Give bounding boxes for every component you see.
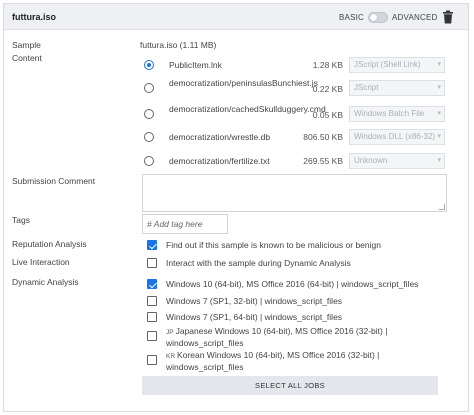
submission-comment-input[interactable] [142,174,447,212]
file-type-value: JScript (Shell Link) [354,60,421,69]
file-type-value: JScript [354,83,379,92]
chevron-down-icon: ▾ [437,61,441,68]
toggle-knob [370,14,377,21]
file-type-select[interactable]: Unknown ▾ [349,153,445,169]
file-radio[interactable] [144,83,154,93]
file-radio[interactable] [144,60,154,70]
job-checkbox[interactable] [147,331,157,341]
job-checkbox[interactable] [147,279,157,289]
content-file-row[interactable]: democratization/cachedSkullduggery.cmd 0… [140,104,445,126]
file-name: PublicItem.lnk [169,60,222,70]
job-label: Windows 7 (SP1, 64-bit) | windows_script… [166,312,436,323]
jp-flag-icon: JP [166,329,174,336]
resize-handle[interactable] [439,204,445,210]
file-name: democratization/peninsulasBunchiest.js [169,78,318,88]
reputation-analysis-label: Reputation Analysis [12,239,87,249]
job-label: KR Korean Windows 10 (64-bit), MS Office … [166,350,436,373]
mode-toggle[interactable] [368,12,388,23]
content-label: Content [12,53,42,63]
file-title: futtura.iso [12,12,56,22]
job-checkbox[interactable] [147,296,157,306]
file-name: democratization/fertilize.txt [169,156,270,166]
job-checkbox[interactable] [147,355,157,365]
content-file-row[interactable]: democratization/peninsulasBunchiest.js 0… [140,78,445,100]
content-file-row[interactable]: PublicItem.lnk 1.28 KB JScript (Shell Li… [140,57,445,80]
panel-header: futtura.iso BASIC ADVANCED [4,4,468,30]
kr-flag-icon: KR [166,353,176,360]
job-label-text: Japanese Windows 10 (64-bit), MS Office … [166,326,388,348]
trash-icon[interactable] [442,10,454,24]
file-size: 269.55 KB [303,156,343,166]
job-label: Windows 7 (SP1, 32-bit) | windows_script… [166,296,436,307]
live-interaction-option-text: Interact with the sample during Dynamic … [166,258,351,268]
job-label-text: Korean Windows 10 (64-bit), MS Office 20… [166,350,380,372]
job-label: JP Japanese Windows 10 (64-bit), MS Offic… [166,326,436,349]
submission-comment-label: Submission Comment [12,176,96,186]
file-type-select[interactable]: Windows DLL (x86-32) ▾ [349,129,445,145]
live-interaction-label: Live Interaction [12,257,70,267]
reputation-option-text: Find out if this sample is known to be m… [166,240,381,250]
reputation-checkbox[interactable] [147,240,157,250]
file-size: 1.28 KB [312,60,343,70]
file-radio[interactable] [144,156,154,166]
job-label-text: Windows 7 (SP1, 32-bit) | windows_script… [166,296,343,306]
sample-label: Sample [12,40,41,50]
tag-input[interactable] [142,214,228,234]
content-file-row[interactable]: democratization/fertilize.txt 269.55 KB … [140,153,445,176]
dynamic-analysis-label: Dynamic Analysis [12,277,79,287]
select-all-jobs-button[interactable]: SELECT ALL JOBS [142,376,438,395]
advanced-mode-label: ADVANCED [392,13,438,22]
basic-mode-label: BASIC [339,13,365,22]
job-label: Windows 10 (64-bit), MS Office 2016 (64-… [166,279,436,290]
content-file-row[interactable]: democratization/wrestle.db 806.50 KB Win… [140,129,445,152]
file-radio[interactable] [144,132,154,142]
file-size: 0.05 KB [312,110,343,120]
job-label-text: Windows 10 (64-bit), MS Office 2016 (64-… [166,279,419,289]
sample-name: futtura.iso (1.11 MB) [140,40,217,50]
file-type-value: Windows DLL (x86-32) [354,132,436,141]
live-interaction-checkbox[interactable] [147,258,157,268]
tags-label: Tags [12,215,30,225]
chevron-down-icon: ▾ [437,133,441,140]
file-type-select[interactable]: Windows Batch File ▾ [349,106,445,122]
file-type-value: Unknown [354,156,388,165]
file-type-value: Windows Batch File [354,109,425,118]
file-type-select[interactable]: JScript ▾ [349,80,445,96]
file-type-select[interactable]: JScript (Shell Link) ▾ [349,57,445,73]
chevron-down-icon: ▾ [437,84,441,91]
file-size: 0.22 KB [312,84,343,94]
chevron-down-icon: ▾ [437,110,441,117]
file-name: democratization/cachedSkullduggery.cmd [169,104,326,114]
file-radio[interactable] [144,109,154,119]
file-size: 806.50 KB [303,132,343,142]
file-name: democratization/wrestle.db [169,132,271,142]
job-checkbox[interactable] [147,312,157,322]
job-label-text: Windows 7 (SP1, 64-bit) | windows_script… [166,312,343,322]
chevron-down-icon: ▾ [437,157,441,164]
